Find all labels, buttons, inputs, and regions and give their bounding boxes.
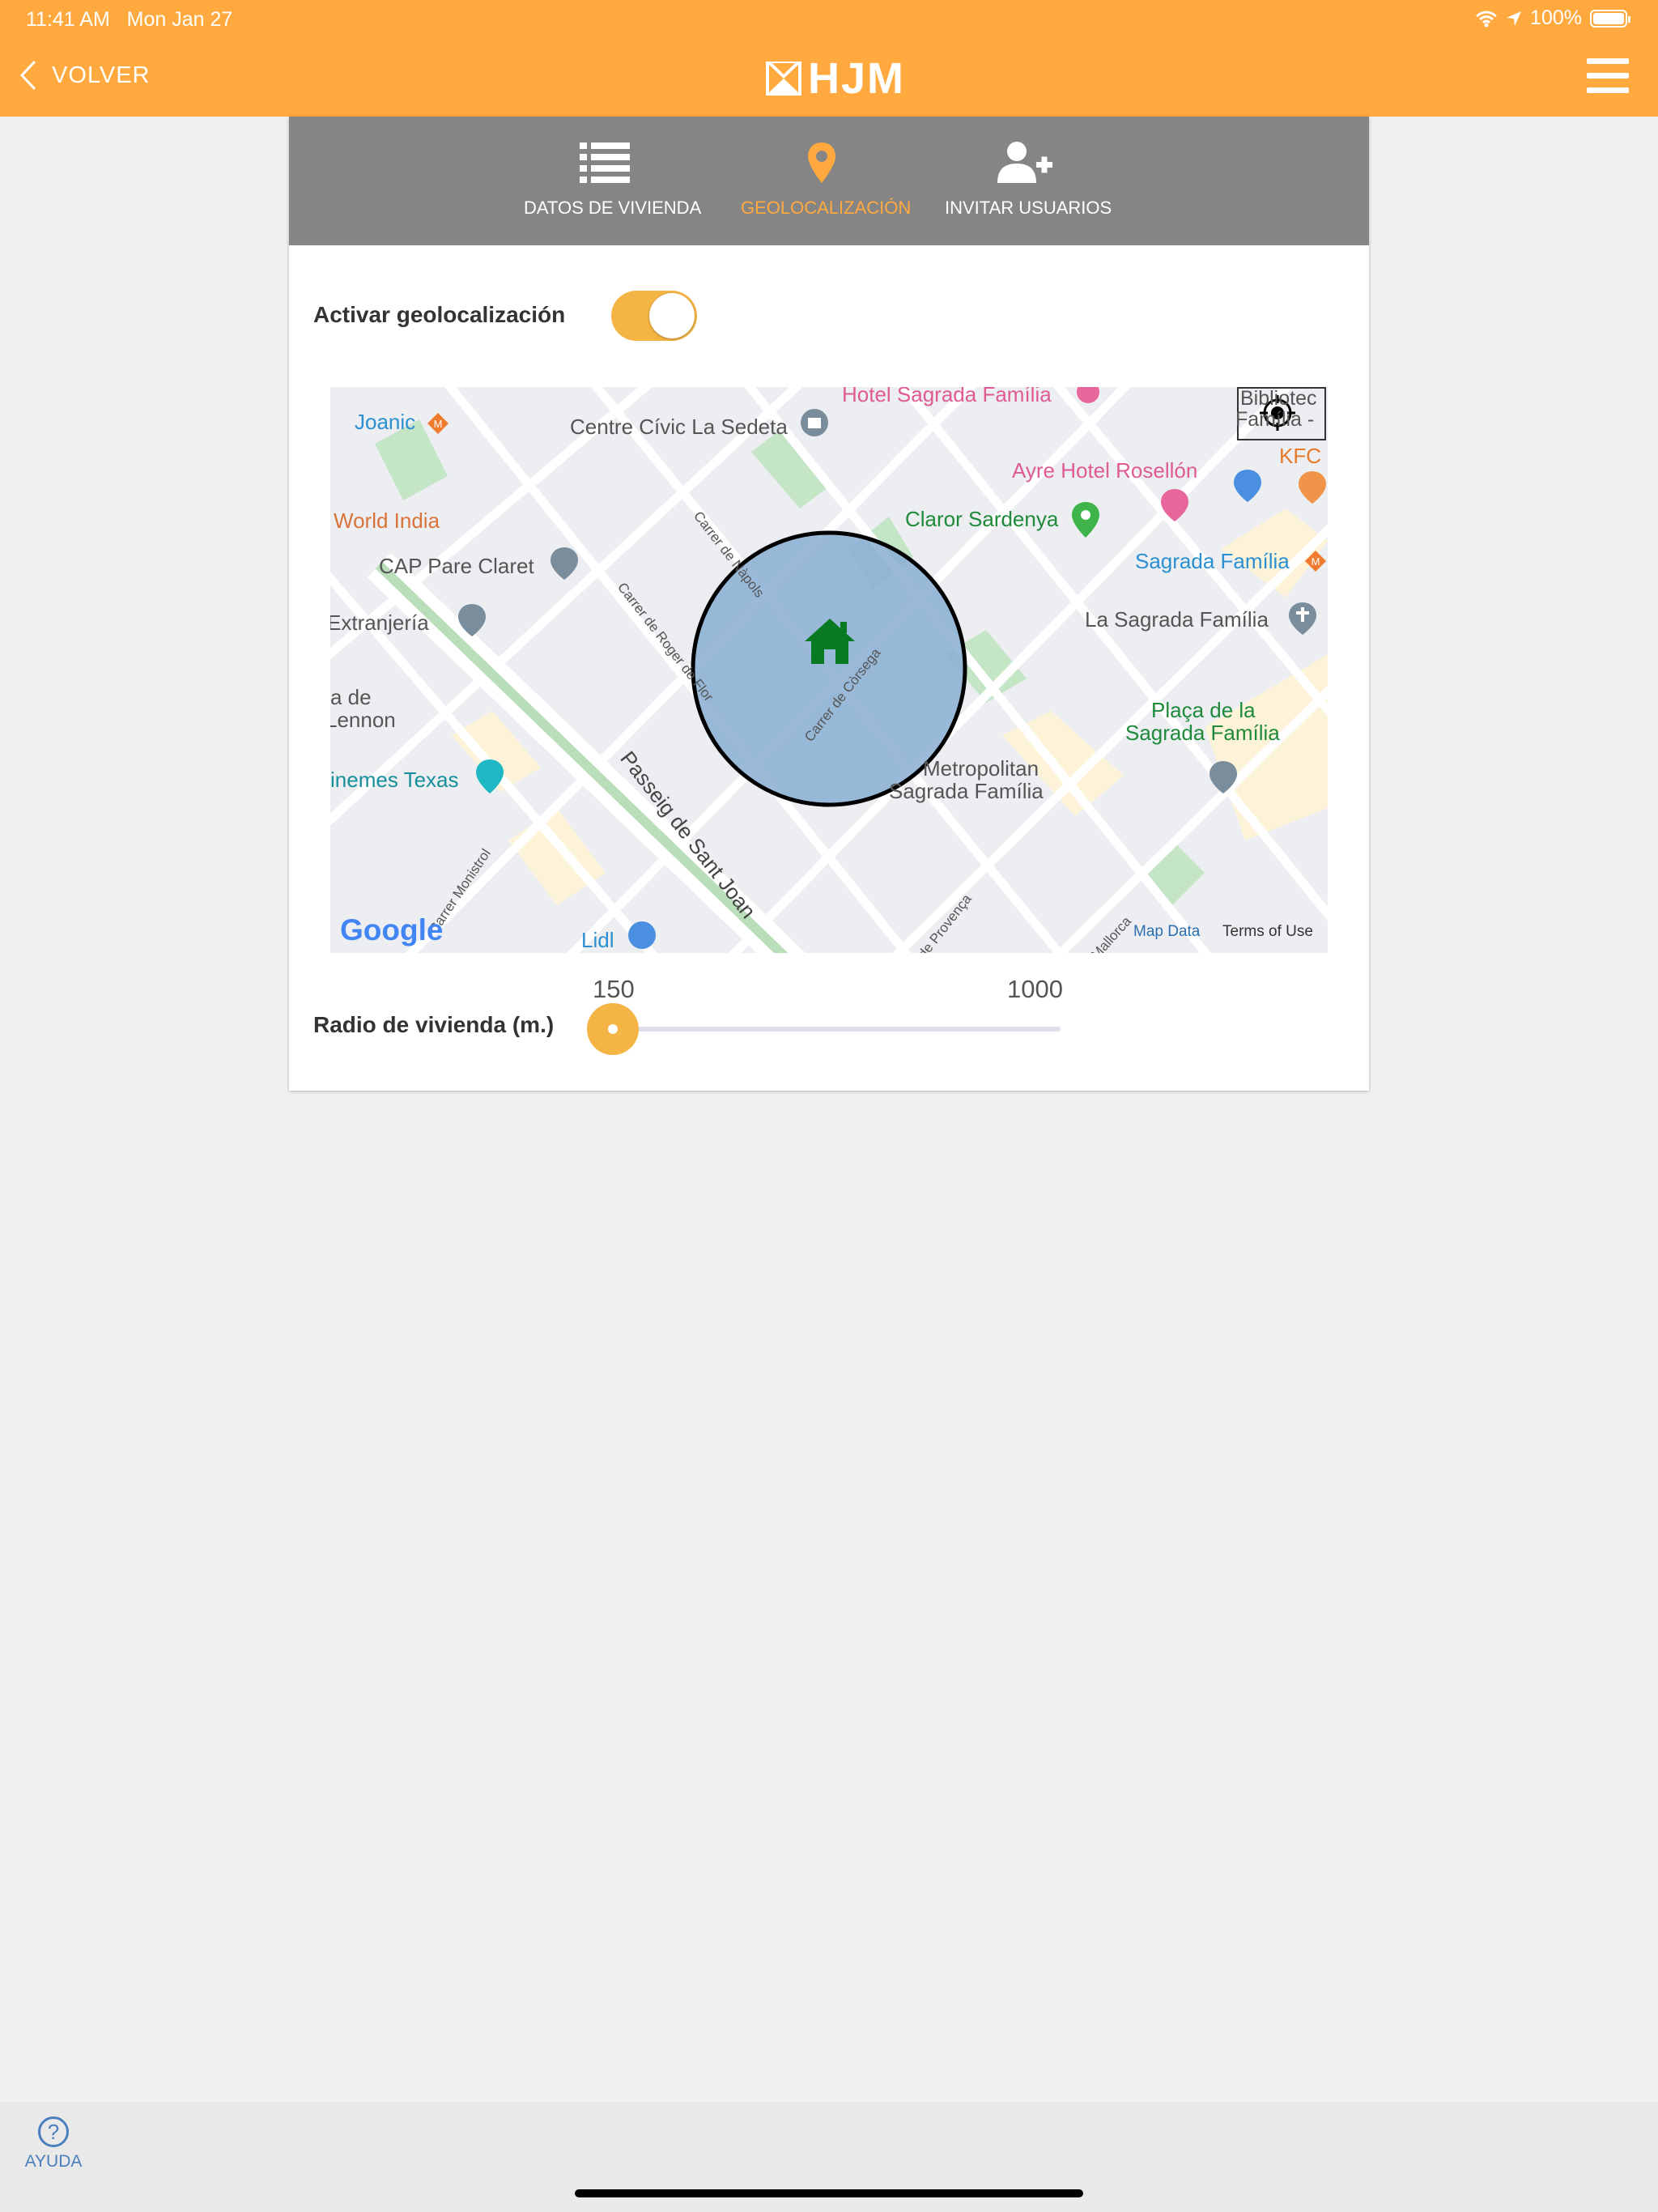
map-label-lidl: Lidl (581, 928, 614, 952)
cinema-pin-icon (476, 759, 504, 793)
lidl-pin-icon (628, 921, 656, 949)
tab-datos-vivienda-label: DATOS DE VIVIENDA (524, 198, 702, 218)
metro-icon-2: M (1305, 551, 1326, 572)
svg-text:M: M (434, 418, 443, 430)
map-label-cinemes: inemes Texas (330, 768, 459, 792)
add-user-icon (997, 142, 1052, 183)
map-label-ayre: Ayre Hotel Rosellón (1012, 458, 1198, 483)
map-label-placa-2: Sagrada Família (1125, 721, 1280, 745)
map-label-claror: Claror Sardenya (905, 507, 1059, 531)
slider-max-value: 1000 (1007, 975, 1063, 1003)
map-label-biblioteca-2: Família - (1235, 408, 1315, 431)
map-label-biblioteca-1: Bibliotec (1240, 387, 1317, 410)
map-label-kfc: KFC (1279, 444, 1321, 468)
church-pin-icon (1289, 602, 1316, 635)
logo-mark-icon (766, 62, 801, 96)
back-label: VOLVER (52, 62, 151, 88)
map-label-sagrada-metro: Sagrada Família (1135, 549, 1290, 573)
slider-track[interactable] (613, 1027, 1061, 1032)
chevron-left-icon (19, 60, 36, 91)
map-label-a-de: a de (330, 685, 372, 709)
tab-invitar-usuarios[interactable]: INVITAR USUARIOS (945, 117, 1112, 245)
logo-text: HJM (808, 54, 906, 103)
map-label-cap: CAP Pare Claret (379, 554, 534, 578)
status-time: 11:41 AM Mon Jan 27 (26, 8, 232, 32)
location-arrow-icon (1507, 11, 1522, 26)
museum-pin-icon (801, 409, 828, 436)
shopping-pin-icon (1234, 470, 1261, 502)
bottom-bar: ? AYUDA (0, 2102, 1658, 2212)
help-label: AYUDA (24, 2152, 83, 2171)
hjm-logo: HJM (764, 53, 905, 104)
app-header: 11:41 AM Mon Jan 27 100% VOLVER HJM (0, 0, 1658, 117)
tab-bar: DATOS DE VIVIENDA GEOLOCALIZACIÓN INVITA… (289, 117, 1369, 245)
list-icon (580, 143, 630, 183)
status-date: Mon Jan 27 (126, 8, 233, 31)
main-card: DATOS DE VIVIENDA GEOLOCALIZACIÓN INVITA… (289, 117, 1369, 1091)
google-logo: Google (340, 913, 444, 946)
status-indicators: 100% (1475, 6, 1630, 30)
geolocation-toggle-row: Activar geolocalización (313, 287, 697, 343)
help-icon: ? (38, 2116, 69, 2147)
battery-icon (1590, 9, 1630, 28)
claror-pin-icon (1072, 502, 1099, 538)
tab-invitar-usuarios-label: INVITAR USUARIOS (945, 198, 1112, 218)
map-label-metropolitan-1: Metropolitan (923, 756, 1039, 781)
wifi-icon (1476, 11, 1498, 27)
metro-icon: M (427, 413, 449, 434)
map-label-hotel: Hotel Sagrada Família (842, 387, 1052, 406)
metropolitan-pin-icon (1209, 761, 1237, 793)
map-label-joanic: Joanic (355, 410, 416, 434)
map-label-placa-1: Plaça de la (1151, 698, 1256, 722)
radius-label: Radio de vivienda (m.) (313, 1012, 555, 1037)
map-label-metropolitan-2: Sagrada Família (889, 779, 1044, 803)
svg-text:M: M (1312, 555, 1320, 568)
map-label-extranjeria: Extranjería (330, 610, 429, 635)
status-clock: 11:41 AM (26, 8, 110, 31)
tab-geolocalizacion-label: GEOLOCALIZACIÓN (741, 198, 912, 218)
map-view[interactable]: M M Joanic Centre Cívic La Sedeta Hotel … (330, 387, 1328, 953)
back-button[interactable]: VOLVER (19, 60, 151, 91)
geolocation-switch[interactable] (611, 291, 697, 341)
map-label-world-india: World India (334, 508, 440, 533)
home-indicator (575, 2189, 1083, 2197)
hamburger-menu-icon[interactable] (1587, 58, 1629, 94)
slider-min-value: 150 (593, 975, 635, 1003)
radius-slider-row: 150 1000 Radio de vivienda (m.) (313, 967, 1366, 1072)
map-label-la-sagrada: La Sagrada Família (1085, 607, 1269, 632)
tab-geolocalizacion[interactable]: GEOLOCALIZACIÓN (741, 117, 912, 245)
map-label-centre-civic: Centre Cívic La Sedeta (570, 415, 788, 439)
geolocation-label: Activar geolocalización (313, 302, 566, 327)
hotel-pin-icon (1077, 387, 1099, 403)
map-label-lennon: Lennon (330, 708, 396, 732)
map-pin-icon (808, 143, 835, 183)
terms-of-use-link[interactable]: Terms of Use (1222, 923, 1313, 941)
switch-knob (649, 293, 695, 338)
restaurant-pin-icon (1299, 471, 1326, 504)
cap-pin-icon (551, 547, 578, 580)
home-icon (805, 619, 855, 664)
extranjeria-pin-icon (458, 604, 486, 636)
hotel-pin-icon-2 (1161, 489, 1188, 521)
tab-datos-vivienda[interactable]: DATOS DE VIVIENDA (524, 117, 702, 245)
slider-thumb[interactable] (587, 1003, 639, 1055)
battery-percent: 100% (1530, 6, 1582, 29)
map-data-link[interactable]: Map Data (1133, 923, 1200, 941)
help-button[interactable]: ? AYUDA (23, 2116, 84, 2172)
